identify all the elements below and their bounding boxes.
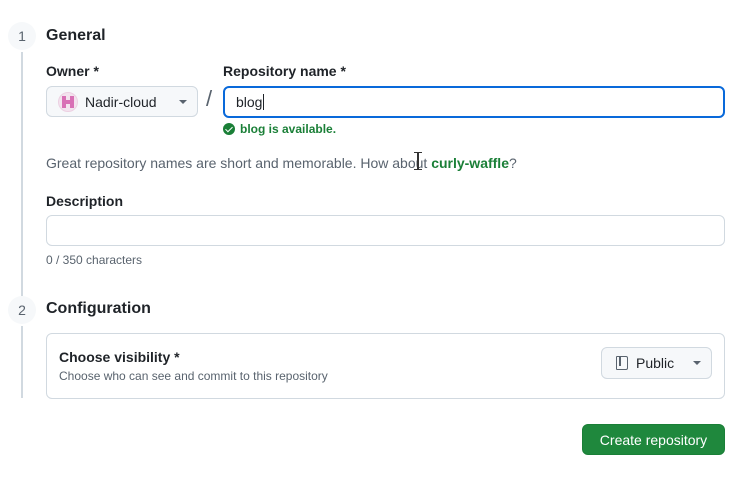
visibility-panel: Choose visibility * Choose who can see a…	[46, 333, 725, 399]
name-suggestion-hint: Great repository names are short and mem…	[46, 155, 517, 171]
owner-name: Nadir-cloud	[85, 93, 157, 110]
description-char-count: 0 / 350 characters	[46, 253, 143, 267]
owner-select-button[interactable]: Nadir-cloud	[46, 86, 198, 117]
owner-label: Owner *	[46, 63, 99, 79]
section-title-configuration: Configuration	[46, 300, 151, 317]
chevron-down-icon	[693, 361, 701, 365]
text-caret	[263, 94, 265, 110]
description-input[interactable]	[46, 215, 725, 246]
owner-avatar	[58, 91, 78, 112]
repository-name-value: blog	[236, 94, 263, 110]
step-connector-line	[21, 326, 23, 398]
hint-prefix: Great repository names are short and mem…	[46, 155, 432, 171]
description-label: Description	[46, 193, 124, 209]
visibility-value: Public	[636, 355, 675, 371]
visibility-title: Choose visibility *	[59, 349, 180, 365]
availability-text: blog is available.	[240, 122, 337, 136]
suggested-name-link[interactable]: curly-waffle	[431, 155, 509, 171]
check-circle-icon	[223, 123, 235, 135]
step-number-general: 1	[8, 22, 36, 50]
hint-suffix: ?	[509, 155, 517, 171]
repository-name-label: Repository name *	[223, 63, 346, 79]
availability-status: blog is available.	[223, 122, 336, 136]
owner-repo-separator: /	[206, 86, 213, 111]
repo-icon	[616, 356, 628, 370]
chevron-down-icon	[179, 99, 187, 104]
section-title-general: General	[46, 27, 106, 44]
step-number-configuration: 2	[8, 296, 36, 324]
repository-name-input[interactable]: blog	[223, 86, 725, 118]
text-cursor-icon	[414, 152, 422, 170]
step-connector-line	[21, 52, 23, 296]
visibility-subtitle: Choose who can see and commit to this re…	[59, 369, 328, 383]
visibility-select-button[interactable]: Public	[601, 347, 712, 379]
create-repository-button[interactable]: Create repository	[582, 424, 725, 455]
